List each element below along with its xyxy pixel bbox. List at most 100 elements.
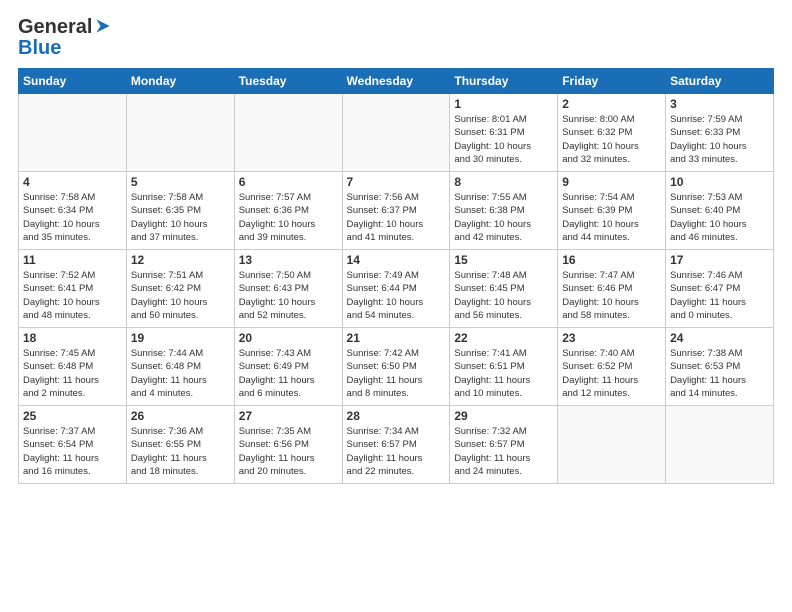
day-info: Sunrise: 7:52 AMSunset: 6:41 PMDaylight:… [23, 269, 122, 322]
day-number: 18 [23, 331, 122, 345]
day-number: 20 [239, 331, 338, 345]
weekday-header-sunday: Sunday [19, 69, 127, 94]
day-number: 26 [131, 409, 230, 423]
day-cell-12: 12 Sunrise: 7:51 AMSunset: 6:42 PMDayligh… [126, 250, 234, 328]
day-number: 9 [562, 175, 661, 189]
day-number: 28 [347, 409, 446, 423]
day-cell-7: 7 Sunrise: 7:56 AMSunset: 6:37 PMDaylight… [342, 172, 450, 250]
page: General Blue SundayMondayTuesdayWednesda… [0, 0, 792, 612]
empty-cell [19, 94, 127, 172]
day-number: 11 [23, 253, 122, 267]
day-info: Sunrise: 7:54 AMSunset: 6:39 PMDaylight:… [562, 191, 661, 244]
day-info: Sunrise: 7:58 AMSunset: 6:35 PMDaylight:… [131, 191, 230, 244]
day-cell-26: 26 Sunrise: 7:36 AMSunset: 6:55 PMDayligh… [126, 406, 234, 484]
day-cell-16: 16Sunrise: 7:47 AMSunset: 6:46 PMDayligh… [558, 250, 666, 328]
empty-cell [558, 406, 666, 484]
day-info: Sunrise: 7:47 AMSunset: 6:46 PMDaylight:… [562, 269, 661, 322]
day-info: Sunrise: 7:50 AMSunset: 6:43 PMDaylight:… [239, 269, 338, 322]
logo-blue: Blue [18, 37, 113, 60]
empty-cell [126, 94, 234, 172]
day-cell-21: 21 Sunrise: 7:42 AMSunset: 6:50 PMDayligh… [342, 328, 450, 406]
day-number: 23 [562, 331, 661, 345]
day-cell-25: 25 Sunrise: 7:37 AMSunset: 6:54 PMDayligh… [19, 406, 127, 484]
day-number: 22 [454, 331, 553, 345]
weekday-header-tuesday: Tuesday [234, 69, 342, 94]
day-cell-1: 1 Sunrise: 8:01 AMSunset: 6:31 PMDaylight… [450, 94, 558, 172]
week-row-3: 11 Sunrise: 7:52 AMSunset: 6:41 PMDayligh… [19, 250, 774, 328]
day-number: 19 [131, 331, 230, 345]
week-row-2: 4 Sunrise: 7:58 AMSunset: 6:34 PMDaylight… [19, 172, 774, 250]
day-info: Sunrise: 7:43 AMSunset: 6:49 PMDaylight:… [239, 347, 338, 400]
day-number: 25 [23, 409, 122, 423]
day-cell-6: 6Sunrise: 7:57 AMSunset: 6:36 PMDaylight… [234, 172, 342, 250]
day-info: Sunrise: 7:34 AMSunset: 6:57 PMDaylight:… [347, 425, 446, 478]
day-cell-10: 10 Sunrise: 7:53 AMSunset: 6:40 PMDayligh… [666, 172, 774, 250]
day-number: 12 [131, 253, 230, 267]
empty-cell [666, 406, 774, 484]
day-number: 6 [239, 175, 338, 189]
day-number: 3 [670, 97, 769, 111]
day-number: 24 [670, 331, 769, 345]
header: General Blue [18, 16, 774, 60]
day-info: Sunrise: 7:49 AMSunset: 6:44 PMDaylight:… [347, 269, 446, 322]
day-info: Sunrise: 7:45 AMSunset: 6:48 PMDaylight:… [23, 347, 122, 400]
day-info: Sunrise: 7:44 AMSunset: 6:48 PMDaylight:… [131, 347, 230, 400]
empty-cell [234, 94, 342, 172]
day-info: Sunrise: 7:55 AMSunset: 6:38 PMDaylight:… [454, 191, 553, 244]
day-number: 21 [347, 331, 446, 345]
day-info: Sunrise: 7:42 AMSunset: 6:50 PMDaylight:… [347, 347, 446, 400]
day-info: Sunrise: 7:58 AMSunset: 6:34 PMDaylight:… [23, 191, 122, 244]
day-cell-3: 3Sunrise: 7:59 AMSunset: 6:33 PMDaylight… [666, 94, 774, 172]
day-cell-11: 11 Sunrise: 7:52 AMSunset: 6:41 PMDayligh… [19, 250, 127, 328]
day-info: Sunrise: 7:32 AMSunset: 6:57 PMDaylight:… [454, 425, 553, 478]
day-cell-19: 19 Sunrise: 7:44 AMSunset: 6:48 PMDayligh… [126, 328, 234, 406]
day-cell-15: 15 Sunrise: 7:48 AMSunset: 6:45 PMDayligh… [450, 250, 558, 328]
day-cell-24: 24 Sunrise: 7:38 AMSunset: 6:53 PMDayligh… [666, 328, 774, 406]
day-info: Sunrise: 7:36 AMSunset: 6:55 PMDaylight:… [131, 425, 230, 478]
logo-text: General [18, 16, 113, 39]
day-cell-2: 2 Sunrise: 8:00 AMSunset: 6:32 PMDaylight… [558, 94, 666, 172]
day-info: Sunrise: 7:46 AMSunset: 6:47 PMDaylight:… [670, 269, 769, 322]
day-info: Sunrise: 7:48 AMSunset: 6:45 PMDaylight:… [454, 269, 553, 322]
day-number: 5 [131, 175, 230, 189]
day-info: Sunrise: 7:40 AMSunset: 6:52 PMDaylight:… [562, 347, 661, 400]
day-info: Sunrise: 8:01 AMSunset: 6:31 PMDaylight:… [454, 113, 553, 166]
day-number: 10 [670, 175, 769, 189]
day-info: Sunrise: 7:41 AMSunset: 6:51 PMDaylight:… [454, 347, 553, 400]
weekday-header-row: SundayMondayTuesdayWednesdayThursdayFrid… [19, 69, 774, 94]
day-cell-8: 8Sunrise: 7:55 AMSunset: 6:38 PMDaylight… [450, 172, 558, 250]
day-cell-27: 27 Sunrise: 7:35 AMSunset: 6:56 PMDayligh… [234, 406, 342, 484]
logo-arrow-icon [93, 16, 113, 36]
day-number: 29 [454, 409, 553, 423]
week-row-5: 25 Sunrise: 7:37 AMSunset: 6:54 PMDayligh… [19, 406, 774, 484]
day-number: 27 [239, 409, 338, 423]
day-cell-17: 17 Sunrise: 7:46 AMSunset: 6:47 PMDayligh… [666, 250, 774, 328]
day-cell-22: 22 Sunrise: 7:41 AMSunset: 6:51 PMDayligh… [450, 328, 558, 406]
logo-general: General [18, 16, 92, 38]
day-cell-29: 29 Sunrise: 7:32 AMSunset: 6:57 PMDayligh… [450, 406, 558, 484]
day-info: Sunrise: 7:56 AMSunset: 6:37 PMDaylight:… [347, 191, 446, 244]
day-info: Sunrise: 7:35 AMSunset: 6:56 PMDaylight:… [239, 425, 338, 478]
day-cell-23: 23 Sunrise: 7:40 AMSunset: 6:52 PMDayligh… [558, 328, 666, 406]
day-info: Sunrise: 8:00 AMSunset: 6:32 PMDaylight:… [562, 113, 661, 166]
day-info: Sunrise: 7:38 AMSunset: 6:53 PMDaylight:… [670, 347, 769, 400]
day-number: 15 [454, 253, 553, 267]
day-info: Sunrise: 7:53 AMSunset: 6:40 PMDaylight:… [670, 191, 769, 244]
day-number: 4 [23, 175, 122, 189]
weekday-header-wednesday: Wednesday [342, 69, 450, 94]
week-row-4: 18 Sunrise: 7:45 AMSunset: 6:48 PMDayligh… [19, 328, 774, 406]
day-cell-20: 20 Sunrise: 7:43 AMSunset: 6:49 PMDayligh… [234, 328, 342, 406]
day-number: 14 [347, 253, 446, 267]
week-row-1: 1 Sunrise: 8:01 AMSunset: 6:31 PMDaylight… [19, 94, 774, 172]
day-cell-13: 13Sunrise: 7:50 AMSunset: 6:43 PMDayligh… [234, 250, 342, 328]
day-info: Sunrise: 7:37 AMSunset: 6:54 PMDaylight:… [23, 425, 122, 478]
day-cell-28: 28 Sunrise: 7:34 AMSunset: 6:57 PMDayligh… [342, 406, 450, 484]
day-number: 7 [347, 175, 446, 189]
day-number: 1 [454, 97, 553, 111]
weekday-header-friday: Friday [558, 69, 666, 94]
day-cell-5: 5 Sunrise: 7:58 AMSunset: 6:35 PMDaylight… [126, 172, 234, 250]
day-number: 2 [562, 97, 661, 111]
day-info: Sunrise: 7:51 AMSunset: 6:42 PMDaylight:… [131, 269, 230, 322]
day-cell-4: 4 Sunrise: 7:58 AMSunset: 6:34 PMDaylight… [19, 172, 127, 250]
day-number: 17 [670, 253, 769, 267]
